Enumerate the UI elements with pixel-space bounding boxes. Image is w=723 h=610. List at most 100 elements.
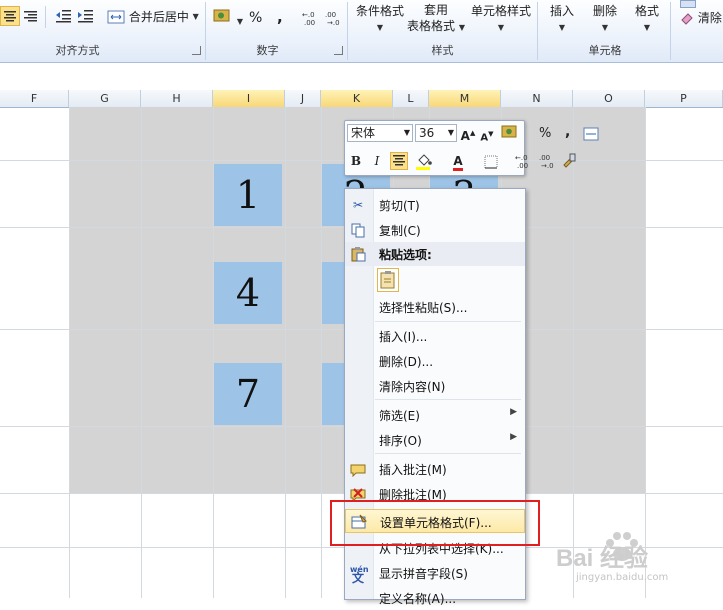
menu-item-delete[interactable]: 删除(D)... xyxy=(345,349,525,373)
column-header-g[interactable]: G xyxy=(69,90,141,107)
cell-4[interactable]: 4 xyxy=(214,262,282,324)
paste-option-button[interactable] xyxy=(377,268,399,292)
scissors-icon: ✂ xyxy=(352,198,364,212)
percent-style-button[interactable]: % xyxy=(249,10,262,26)
menu-item-insert[interactable]: 插入(I)... xyxy=(345,324,525,348)
delete-label: 删除 xyxy=(592,4,617,18)
cell-styles-label: 单元格样式 xyxy=(470,4,531,18)
gridline xyxy=(285,107,286,598)
paint-bucket-icon xyxy=(416,154,432,170)
font-name-combo[interactable]: 宋体 ▼ xyxy=(347,124,413,142)
group-label-cells: 单元格 xyxy=(588,44,622,57)
accounting-format-button[interactable] xyxy=(501,125,519,142)
fill-color-button[interactable] xyxy=(415,152,437,173)
format-cells-button[interactable]: 格式 ▼ xyxy=(630,2,664,33)
merge-center-button[interactable]: 合并后居中 ▼ xyxy=(107,8,199,26)
chevron-down-icon: ▼ xyxy=(192,12,199,21)
menu-item-clear-contents[interactable]: 清除内容(N) xyxy=(345,374,525,398)
align-center-icon xyxy=(393,155,405,166)
clipboard-icon xyxy=(350,246,366,262)
gridline xyxy=(573,107,574,598)
menu-item-label: 粘贴选项: xyxy=(379,248,432,262)
borders-button[interactable] xyxy=(484,155,498,172)
increase-decimal-button[interactable]: ←.0 .00 xyxy=(302,10,322,29)
decrease-decimal-button[interactable]: .00 →.0 xyxy=(325,10,345,29)
table-format-button[interactable]: 套用 表格格式 ▼ xyxy=(405,2,467,36)
decimal-icons[interactable]: ←.0 .00 .00 →.0 xyxy=(515,153,563,172)
watermark-url: jingyan.baidu.com xyxy=(576,572,669,583)
ribbon: 合并后居中 ▼ 对齐方式 ▼ % , ←.0 .00 .00 →.0 数字 条件… xyxy=(0,0,723,63)
increase-indent-icon xyxy=(78,10,93,23)
menu-item-label: 清除内容(N) xyxy=(379,380,446,394)
italic-button[interactable]: I xyxy=(368,152,386,170)
menu-item-define-name[interactable]: 定义名称(A)... xyxy=(345,586,525,610)
merge-cells-icon[interactable] xyxy=(583,127,599,144)
clear-button[interactable]: 清除 xyxy=(680,9,722,26)
chevron-right-icon: ▶ xyxy=(510,432,517,442)
menu-item-insert-comment[interactable]: 插入批注(M) xyxy=(345,457,525,481)
menu-item-label: 定义名称(A)... xyxy=(379,592,457,606)
cell-7[interactable]: 7 xyxy=(214,363,282,425)
center-align-button[interactable] xyxy=(390,152,408,170)
decrease-indent-button[interactable] xyxy=(55,7,73,28)
insert-cells-button[interactable]: 插入 ▼ xyxy=(545,2,579,33)
gridline xyxy=(645,107,646,598)
insert-label: 插入 xyxy=(549,4,574,18)
chevron-down-icon: ▼ xyxy=(497,23,505,32)
formula-bar[interactable] xyxy=(0,63,723,91)
clear-label: 清除 xyxy=(697,11,722,25)
menu-separator xyxy=(375,321,521,322)
font-color-button[interactable]: A xyxy=(449,152,467,171)
column-header-m[interactable]: M xyxy=(429,90,501,107)
menu-item-copy[interactable]: 复制(C) xyxy=(345,218,525,242)
autosum-icon[interactable] xyxy=(680,0,696,8)
font-size-combo[interactable]: 36 ▼ xyxy=(415,124,457,142)
comma-style-button[interactable]: , xyxy=(277,8,283,26)
delete-cells-button[interactable]: 删除 ▼ xyxy=(588,2,622,33)
menu-item-label: 删除(D)... xyxy=(379,355,434,369)
column-header-p[interactable]: P xyxy=(645,90,723,107)
dialog-launcher-icon[interactable] xyxy=(192,46,201,55)
cell-1[interactable]: 1 xyxy=(214,164,282,226)
align-right-button[interactable] xyxy=(22,7,40,28)
group-divider xyxy=(205,2,206,60)
format-painter-icon[interactable] xyxy=(561,152,577,171)
menu-item-phonetic[interactable]: wén 文 显示拼音字段(S) xyxy=(345,561,525,585)
grow-font-button[interactable]: A▲ xyxy=(459,124,477,143)
mini-percent-button[interactable]: % xyxy=(539,126,551,141)
menu-item-label: 排序(O) xyxy=(379,434,422,448)
menu-item-paste-special[interactable]: 选择性粘贴(S)... xyxy=(345,295,525,319)
align-center-button[interactable] xyxy=(0,6,20,26)
watermark-brand: Bai 经验 xyxy=(556,545,649,572)
group-label-number: 数字 xyxy=(256,44,279,57)
accounting-format-button[interactable]: ▼ xyxy=(213,8,243,27)
column-header-l[interactable]: L xyxy=(393,90,429,107)
increase-indent-button[interactable] xyxy=(77,7,95,28)
menu-item-cut[interactable]: ✂ 剪切(T) xyxy=(345,193,525,217)
chevron-down-icon: ▼ xyxy=(601,23,609,32)
chevron-down-icon: ▼ xyxy=(558,23,566,32)
decrease-indent-icon xyxy=(56,10,71,23)
cell-styles-button[interactable]: 单元格样式 ▼ xyxy=(469,2,533,33)
menu-item-sort[interactable]: 排序(O) ▶ xyxy=(345,428,525,452)
increase-decimal-icon: ←.0 .00 xyxy=(302,11,315,27)
column-header-k[interactable]: K xyxy=(321,90,393,107)
column-header-i[interactable]: I xyxy=(213,90,285,107)
chevron-right-icon: ▶ xyxy=(510,407,517,417)
shrink-font-button[interactable]: A▼ xyxy=(478,125,496,143)
menu-item-label: 剪切(T) xyxy=(379,199,420,213)
menu-separator xyxy=(375,453,521,454)
conditional-format-button[interactable]: 条件格式 ▼ xyxy=(355,2,405,33)
column-headers: F G H I J K L M N O P xyxy=(0,90,723,108)
column-header-j[interactable]: J xyxy=(285,90,321,107)
column-header-f[interactable]: F xyxy=(0,90,69,107)
dialog-launcher-icon[interactable] xyxy=(334,46,343,55)
column-header-n[interactable]: N xyxy=(501,90,573,107)
bold-button[interactable]: B xyxy=(347,152,365,170)
menu-item-filter[interactable]: 筛选(E) ▶ xyxy=(345,403,525,427)
column-header-o[interactable]: O xyxy=(573,90,645,107)
mini-comma-button[interactable]: , xyxy=(565,124,570,140)
column-header-h[interactable]: H xyxy=(141,90,213,107)
font-name-value: 宋体 xyxy=(351,126,376,140)
format-label: 格式 xyxy=(634,4,659,18)
